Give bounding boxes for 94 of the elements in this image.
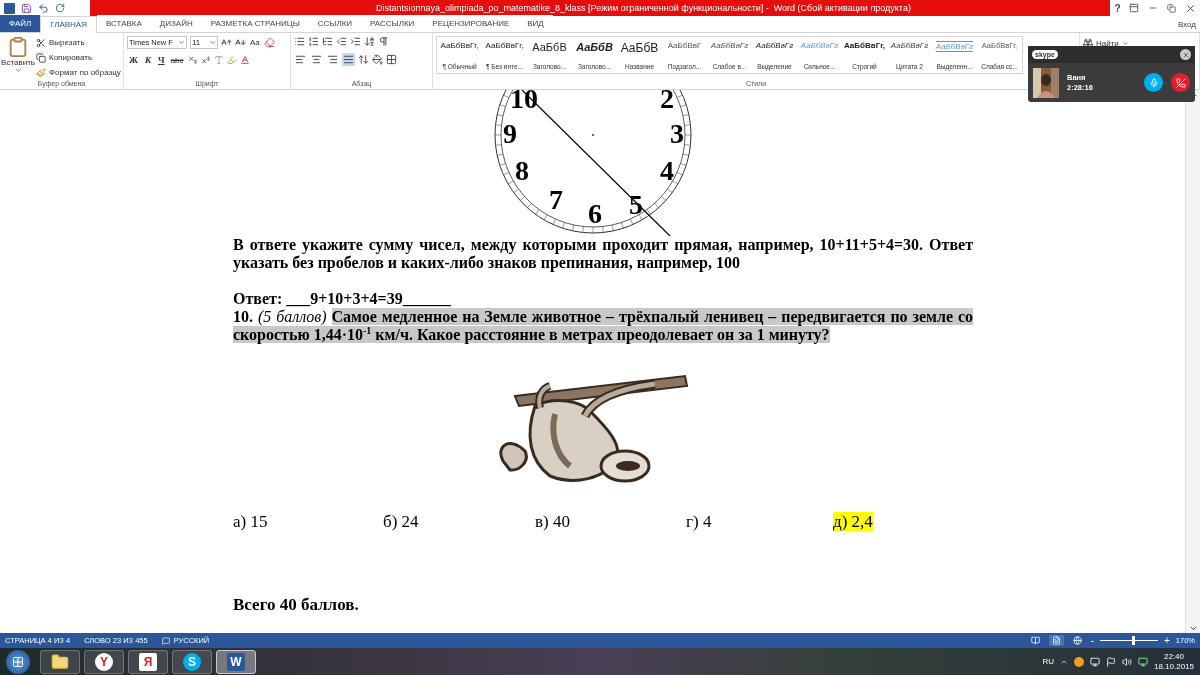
restore-icon[interactable] [1166,3,1176,13]
strikethrough-button[interactable]: abc [169,55,185,65]
window-title: Distantsionnaya_olimpiada_po_matematike_8_klass [Режим ограниченной функциональности] - Word (Сбой активации продукта) [376,3,911,13]
eraser-icon[interactable] [263,37,275,48]
scroll-down-icon[interactable] [1188,624,1198,633]
multilevel-list-icon[interactable] [322,36,333,47]
format-button[interactable]: Ч [156,55,167,65]
shrink-font-icon[interactable] [235,37,246,48]
taskbar-app-button[interactable]: Я [128,649,168,674]
clock-numeral: 7 [549,184,563,216]
help-button[interactable]: ? [1114,2,1121,14]
numbering-icon[interactable] [308,36,319,47]
sign-in-link[interactable]: Вход [1177,19,1200,29]
caret-icon [209,39,216,46]
shading-icon[interactable] [372,54,383,65]
scissors-icon [36,37,46,48]
display-icon[interactable] [1089,656,1100,667]
taskbar-app-button[interactable]: Y [84,649,124,674]
clipboard-icon [7,36,29,58]
answer-text: Ответ: ___9+10+3+4=39______ [233,290,452,308]
folder-icon [51,652,69,671]
paste-button[interactable]: Вставить [3,36,33,79]
redo-icon[interactable] [55,3,65,13]
align-justify-button[interactable] [342,53,355,66]
clock-numeral: 6 [588,198,602,230]
align-left-button[interactable] [294,53,307,66]
windows-logo-icon [12,655,24,668]
start-button[interactable] [6,649,30,674]
input-language: RU [1042,657,1054,666]
format-button[interactable]: Формат по образцу [36,66,121,79]
ribbon-tab[interactable]: ГЛАВНАЯ [40,16,97,33]
taskbar-app-button[interactable] [40,649,80,674]
subscript-icon[interactable] [187,55,198,65]
tray-app-icon[interactable] [1073,656,1084,667]
instruction-text: В ответе укажите сумму чисел, между которыми проходит прямая, например, 10+11+5+4=30. Ответ указать без пробелов и каких-либо знаков препинания, например, 100 [233,236,973,272]
pilcrow-icon[interactable] [378,36,389,47]
zoom-out-button[interactable]: - [1090,635,1094,646]
zoom-thumb[interactable] [1131,636,1135,645]
change-case-button[interactable]: Aa [249,38,261,47]
microphone-button[interactable] [1144,73,1163,92]
align-center-button[interactable] [310,53,323,66]
clock-numeral: 2 [660,90,674,115]
close-button[interactable] [1180,49,1191,60]
answer-option: а) 15 [233,512,268,531]
sort-icon[interactable] [364,36,375,47]
clock-numeral: 10 [510,90,538,115]
font-color-icon[interactable] [239,55,250,65]
tray-clock[interactable]: 22:40 18.10.2015 [1153,651,1194,672]
font-size-field[interactable]: 11 [190,36,218,49]
field-value: 11 [192,38,201,47]
caret-icon [178,39,185,46]
clock-numeral: 9 [503,118,517,150]
clock-numeral: 4 [660,155,674,187]
volume-icon[interactable] [1121,656,1132,667]
copy-button[interactable]: Копировать [36,51,121,64]
microphone-icon [1148,77,1159,88]
hang-up-button[interactable] [1171,73,1190,92]
borders-icon[interactable] [386,54,397,65]
decrease-indent-icon[interactable] [336,36,347,47]
clock-numeral: 3 [670,118,684,150]
print-layout-button[interactable] [1048,635,1064,646]
answer-option: б) 24 [383,512,419,531]
format-button[interactable]: К [142,55,153,65]
grow-font-icon[interactable] [221,37,232,48]
clock-numeral: 8 [515,155,529,187]
find-button[interactable]: Найти [1083,36,1196,50]
flag-icon[interactable] [1105,656,1116,667]
format-button[interactable]: Ж [127,55,140,65]
proofing-icon[interactable] [161,636,170,645]
answer-option: д) 2,4 [833,512,873,531]
bullets-icon[interactable] [294,36,305,47]
cut-button[interactable]: Вырезать [36,36,121,49]
question-text: 10. (5 баллов) Самое медленное на Земле животное – трёхпалый ленивец – передвигается по земле со скоростью 1,44·10$^{-1}$ км/ч. Какое расстояние в метрах преодолевает он за 1 минуту? [233,308,973,344]
caret-icon [14,67,22,74]
superscript-icon[interactable] [200,55,211,65]
answer-option: г) 4 [686,512,712,531]
align-right-button[interactable] [326,53,339,66]
taskbar-app-button[interactable]: W [216,649,256,674]
undo-icon[interactable] [38,2,49,14]
save-icon[interactable] [21,2,32,14]
close-icon [1181,50,1190,59]
phone-icon [1175,77,1186,88]
paintbrush-icon [36,67,46,78]
file-tab[interactable]: ФАЙЛ [0,15,41,32]
network-icon[interactable] [1137,656,1148,667]
copy-icon [36,52,46,63]
zoom-in-button[interactable]: + [1163,635,1170,646]
answer-option: в) 40 [535,512,570,531]
word-app-icon [4,2,15,14]
line-spacing-icon[interactable] [358,54,369,65]
increase-indent-icon[interactable] [350,36,361,47]
close-icon[interactable] [1184,2,1196,14]
ribbon-options-button[interactable] [1129,3,1140,13]
total-text: Всего 40 баллов. [233,596,360,614]
